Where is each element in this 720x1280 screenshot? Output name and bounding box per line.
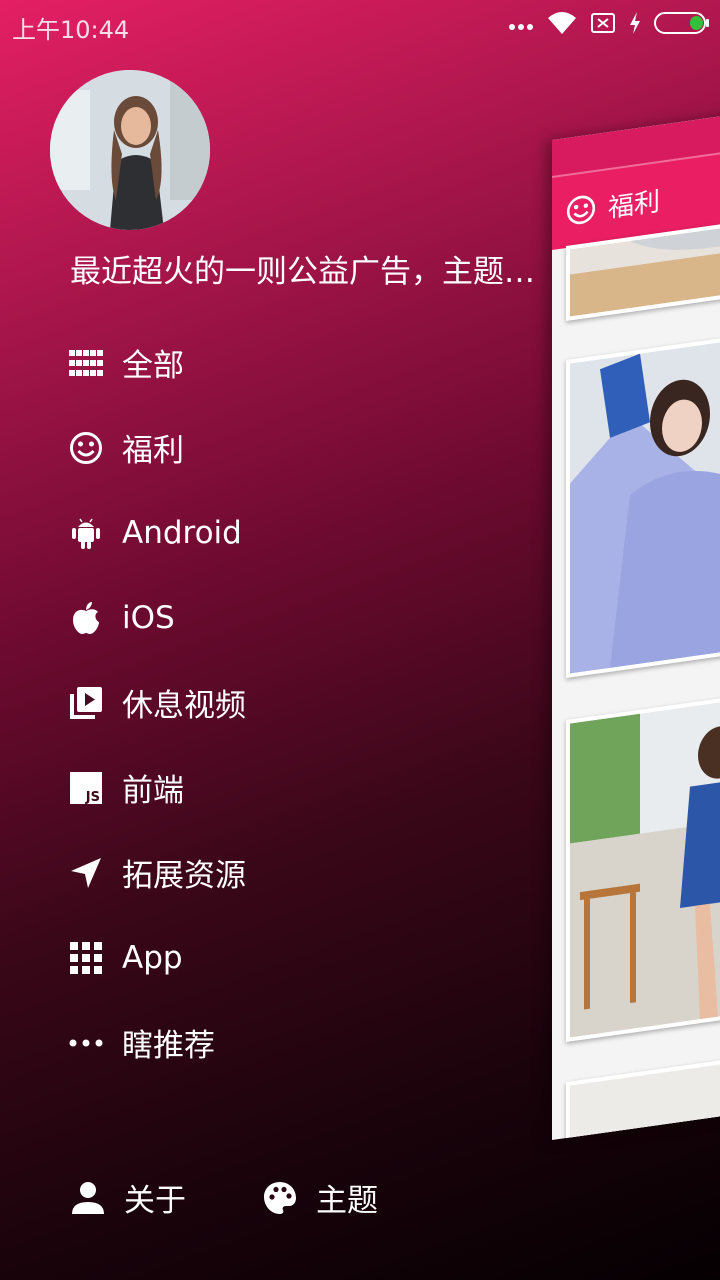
apps-icon xyxy=(68,940,104,976)
more-horiz-icon xyxy=(68,1025,104,1061)
person-icon xyxy=(70,1180,106,1216)
palette-icon xyxy=(262,1180,298,1216)
menu-label: 前端 xyxy=(122,773,184,809)
svg-text:JS: JS xyxy=(85,790,100,804)
photo-image xyxy=(570,690,720,1038)
menu-item-welfare[interactable]: 福利 xyxy=(68,405,528,490)
wifi-icon xyxy=(546,10,578,40)
menu-label: 福利 xyxy=(122,433,184,469)
photo-card[interactable] xyxy=(566,326,720,679)
status-icons xyxy=(508,10,710,40)
menu-label: 瞎推荐 xyxy=(122,1028,215,1064)
status-bar: 上午10:44 xyxy=(0,0,720,50)
drawer-menu: 全部 福利 Android iOS 休息视频 JS 前端 拓展资源 App 瞎推… xyxy=(68,320,528,1085)
menu-label: App xyxy=(122,939,183,976)
menu-item-android[interactable]: Android xyxy=(68,490,528,575)
toolbar-title: 福利 xyxy=(608,186,661,224)
theme-button[interactable]: 主题 xyxy=(262,1175,378,1220)
android-icon xyxy=(68,515,104,551)
menu-item-rest-video[interactable]: 休息视频 xyxy=(68,660,528,745)
menu-item-recommend[interactable]: 瞎推荐 xyxy=(68,1000,528,1085)
menu-item-frontend[interactable]: JS 前端 xyxy=(68,745,528,830)
photo-card[interactable] xyxy=(566,686,720,1043)
profile-description[interactable]: 最近超火的一则公益广告，主题… xyxy=(70,252,540,292)
app-screen: 上午10:44 最近超火的一则公益广告，主题… 全部 福利 Android iO… xyxy=(0,0,720,1280)
photo-image xyxy=(570,1052,720,1141)
menu-label: Android xyxy=(122,514,242,551)
charging-icon xyxy=(628,11,642,39)
sim-off-icon xyxy=(590,11,616,39)
theme-label: 主题 xyxy=(316,1183,378,1219)
status-time: 上午10:44 xyxy=(12,16,130,44)
menu-item-all[interactable]: 全部 xyxy=(68,320,528,405)
smile-icon xyxy=(68,430,104,466)
menu-item-extended-resources[interactable]: 拓展资源 xyxy=(68,830,528,915)
menu-item-ios[interactable]: iOS xyxy=(68,575,528,660)
photo-image xyxy=(570,330,720,674)
drawer-bottom-bar: 关于 主题 xyxy=(70,1175,454,1220)
menu-label: 全部 xyxy=(122,348,184,384)
menu-label: iOS xyxy=(122,599,175,636)
about-label: 关于 xyxy=(124,1183,186,1219)
more-dots-icon xyxy=(508,16,534,35)
content-preview[interactable]: 福利 xyxy=(552,103,720,1141)
js-icon: JS xyxy=(68,770,104,806)
avatar-photo xyxy=(50,70,210,230)
menu-item-app[interactable]: App xyxy=(68,915,528,1000)
grid-icon xyxy=(68,345,104,381)
photo-card[interactable] xyxy=(566,1048,720,1141)
video-library-icon xyxy=(68,685,104,721)
smile-icon xyxy=(566,193,596,227)
avatar[interactable] xyxy=(50,70,210,230)
content-panel: 福利 xyxy=(552,103,720,1141)
menu-label: 拓展资源 xyxy=(122,858,246,894)
apple-icon xyxy=(68,600,104,636)
menu-label: 休息视频 xyxy=(122,688,246,724)
about-button[interactable]: 关于 xyxy=(70,1175,186,1220)
battery-icon xyxy=(654,11,710,39)
navigation-arrow-icon xyxy=(68,855,104,891)
